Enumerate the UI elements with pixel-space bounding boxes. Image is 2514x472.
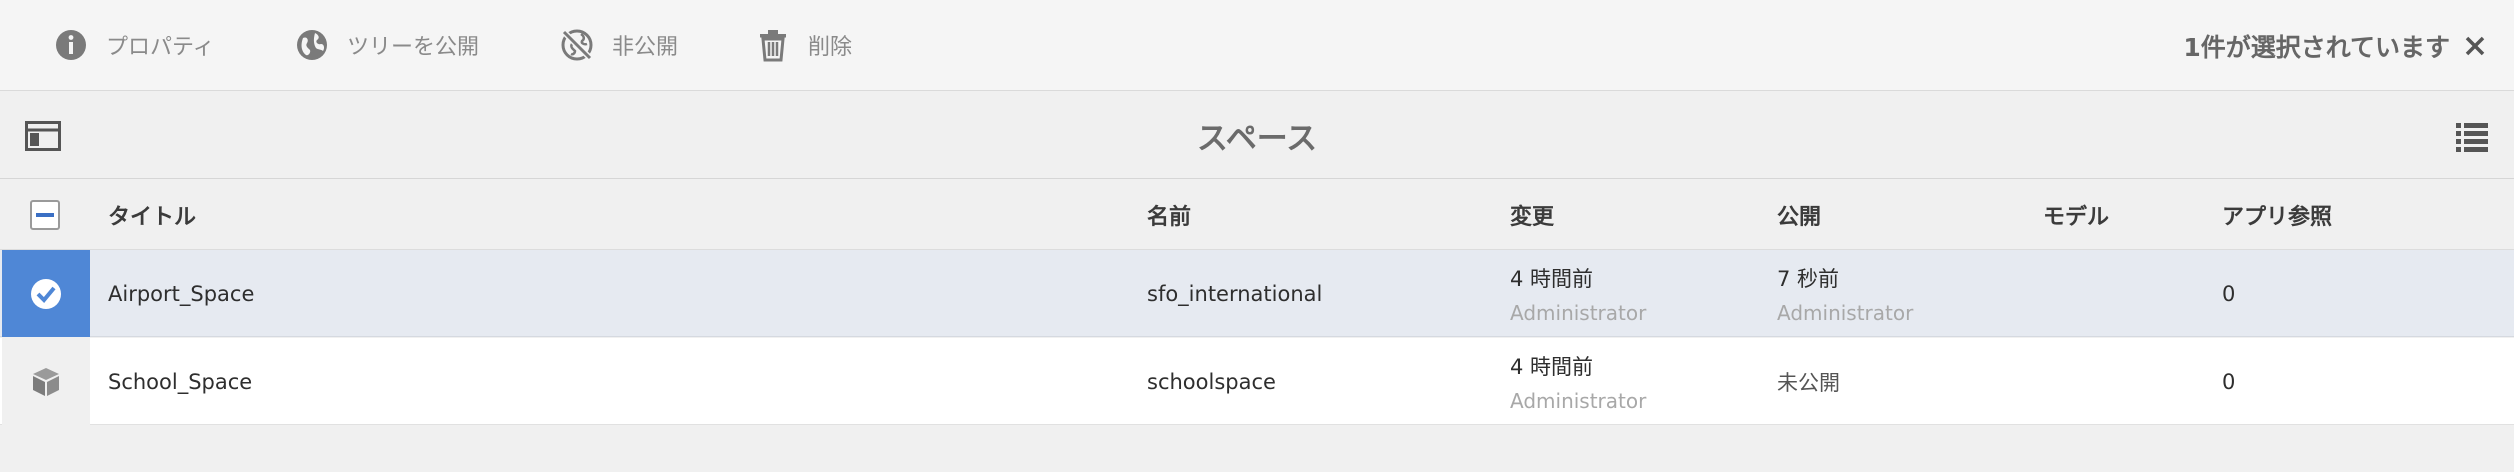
cell-name: sfo_international (1147, 250, 1322, 337)
delete-button[interactable]: 削除 (756, 0, 852, 91)
row-name: schoolspace (1147, 369, 1276, 394)
globe-icon (297, 30, 327, 60)
publish-tree-button[interactable]: ツリーを公開 (295, 0, 479, 91)
row-name: sfo_international (1147, 281, 1323, 306)
title-bar: スペース (0, 92, 2514, 179)
cell-published: 7 秒前 Administrator (1777, 250, 1913, 337)
column-header-name[interactable]: 名前 (1147, 180, 1191, 250)
table-row[interactable]: Airport_Space sfo_international 4 時間前 Ad… (0, 250, 2514, 337)
rail-toggle-icon[interactable] (25, 121, 61, 151)
table-header: タイトル 名前 変更 公開 モデル アプリ参照 (0, 180, 2514, 250)
column-header-app-refs[interactable]: アプリ参照 (2222, 180, 2332, 250)
indeterminate-mark (36, 213, 54, 217)
properties-button[interactable]: プロパティ (54, 0, 215, 91)
delete-label: 削除 (808, 35, 853, 60)
column-header-published[interactable]: 公開 (1777, 180, 1821, 250)
select-all-checkbox[interactable] (30, 200, 60, 230)
published-time: 7 秒前 (1777, 266, 1840, 291)
empty-area (0, 426, 2514, 472)
selection-count: 1件が選択されています (2183, 32, 2450, 62)
cell-name: schoolspace (1147, 338, 1276, 425)
cell-app-refs: 0 (2222, 250, 2235, 337)
column-header-modified[interactable]: 変更 (1510, 180, 1554, 250)
action-bar: プロパティ ツリーを公開 非公開 削除 1件が選択されています (0, 0, 2514, 91)
row-title: Airport_Space (108, 281, 255, 306)
row-app-refs: 0 (2222, 369, 2236, 394)
trash-icon (760, 30, 786, 62)
info-icon (56, 30, 86, 60)
box-icon (33, 367, 59, 396)
cell-app-refs: 0 (2222, 338, 2235, 425)
published-by: Administrator (1777, 300, 1914, 325)
modified-by: Administrator (1510, 388, 1647, 413)
cell-title: Airport_Space (108, 250, 254, 337)
cell-published: 未公開 (1777, 338, 1840, 425)
cell-modified: 4 時間前 Administrator (1510, 338, 1646, 425)
published-status: 未公開 (1777, 370, 1840, 395)
cell-title: School_Space (108, 338, 252, 425)
close-selection-button[interactable] (2458, 0, 2492, 91)
table-row[interactable]: School_Space schoolspace 4 時間前 Administr… (0, 338, 2514, 425)
page-title: スペース (1196, 121, 1318, 157)
row-select-thumbnail[interactable] (2, 250, 90, 337)
check-icon (31, 278, 61, 309)
modified-by: Administrator (1510, 300, 1647, 325)
unpublish-globe-icon (561, 29, 593, 61)
modified-time: 4 時間前 (1510, 354, 1594, 379)
unpublish-button[interactable]: 非公開 (560, 0, 678, 91)
cell-modified: 4 時間前 Administrator (1510, 250, 1646, 337)
row-app-refs: 0 (2222, 281, 2236, 306)
modified-time: 4 時間前 (1510, 266, 1594, 291)
column-header-title[interactable]: タイトル (108, 180, 196, 250)
unpublish-label: 非公開 (612, 35, 679, 60)
column-header-model[interactable]: モデル (2043, 180, 2109, 250)
publish-tree-label: ツリーを公開 (347, 35, 480, 60)
list-view-icon[interactable] (2455, 119, 2489, 153)
close-icon (2465, 36, 2485, 55)
properties-label: プロパティ (106, 35, 215, 60)
row-thumbnail[interactable] (2, 338, 90, 425)
row-title: School_Space (108, 369, 253, 394)
